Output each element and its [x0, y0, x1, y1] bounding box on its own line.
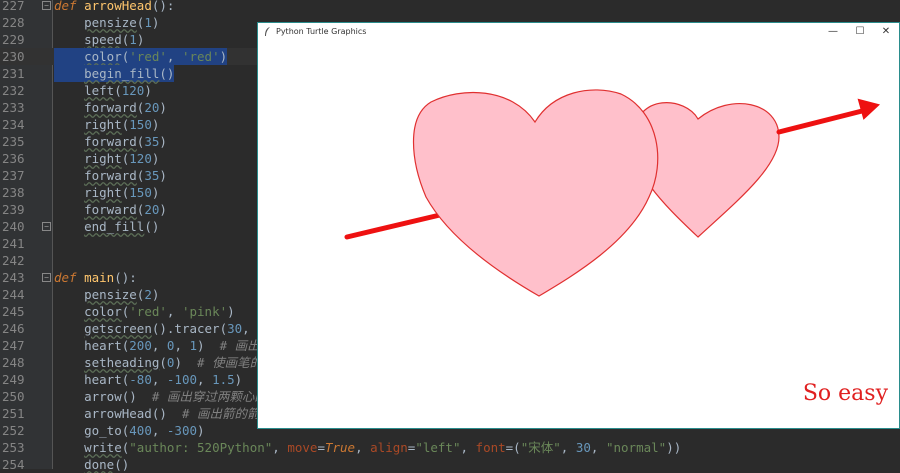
fold-toggle-icon[interactable]: − [42, 273, 51, 282]
line-number: 238 [2, 185, 25, 200]
minimize-button[interactable]: — [823, 25, 843, 39]
code-text: def main(): [54, 270, 137, 285]
code-text: heart(-80, -100, 1.5) # [54, 372, 265, 387]
window-titlebar[interactable]: Python Turtle Graphics — ☐ ✕ [258, 23, 899, 41]
window-title: Python Turtle Graphics [276, 27, 367, 36]
code-text: color('red', 'pink') [84, 304, 235, 319]
code-text: go_to(400, -300) [54, 423, 205, 438]
fold-toggle-icon[interactable]: − [42, 222, 51, 231]
code-line[interactable]: 254 done() [0, 456, 900, 473]
close-button[interactable]: ✕ [876, 25, 896, 39]
code-text: pensize(1) [84, 15, 160, 30]
big-heart [413, 89, 659, 297]
code-text: forward(35) [84, 168, 167, 183]
line-number: 244 [2, 287, 25, 302]
line-number: 252 [2, 423, 25, 438]
code-text: color('red', 'red') [54, 48, 228, 65]
code-line[interactable]: 253 write("author: 520Python", move=True… [0, 439, 900, 456]
canvas-text: So easy [802, 381, 888, 406]
code-line[interactable]: 227 − def arrowHead(): [0, 0, 900, 14]
line-number: 227 [2, 0, 25, 13]
code-text: setheading(0) # 使画笔的方 [84, 355, 275, 370]
line-number: 231 [2, 66, 25, 81]
canvas-drawing [344, 89, 881, 297]
code-text: getscreen().tracer(30, 0) [84, 321, 272, 336]
code-text: heart(200, 0, 1) # 画出第 [54, 338, 273, 353]
code-text: arrow() # 画出穿过两颗心的 [54, 389, 267, 404]
line-number: 250 [2, 389, 25, 404]
code-text: begin_fill() [54, 65, 175, 82]
line-number: 233 [2, 100, 25, 115]
code-text: pensize(2) [84, 287, 160, 302]
code-text: forward(35) [84, 134, 167, 149]
code-text: right(150) [84, 185, 160, 200]
line-number: 253 [2, 440, 25, 455]
code-text: write("author: 520Python", move=True, al… [84, 440, 682, 455]
fold-toggle-icon[interactable]: − [42, 1, 51, 10]
line-number: 236 [2, 151, 25, 166]
line-number: 246 [2, 321, 25, 336]
line-number: 234 [2, 117, 25, 132]
line-number: 228 [2, 15, 25, 30]
code-text: speed(1) [84, 32, 145, 47]
line-number: 249 [2, 372, 25, 387]
feather-icon [265, 27, 270, 36]
line-number: 239 [2, 202, 25, 217]
code-text: done() [84, 457, 130, 472]
code-text: def arrowHead(): [54, 0, 175, 13]
line-number: 251 [2, 406, 25, 421]
turtle-graphics-window[interactable]: Python Turtle Graphics — ☐ ✕ So easy [257, 22, 900, 429]
line-number: 230 [2, 49, 25, 64]
code-text: arrowHead() # 画出箭的箭头 [54, 406, 272, 421]
line-number: 248 [2, 355, 25, 370]
line-number: 237 [2, 168, 25, 183]
line-number: 242 [2, 253, 25, 268]
line-number: 241 [2, 236, 25, 251]
line-number: 235 [2, 134, 25, 149]
line-number: 243 [2, 270, 25, 285]
line-number: 240 [2, 219, 25, 234]
line-number: 245 [2, 304, 25, 319]
turtle-canvas[interactable]: So easy [261, 42, 896, 426]
line-number: 232 [2, 83, 25, 98]
line-number: 247 [2, 338, 25, 353]
code-text: right(120) [84, 151, 160, 166]
arrowhead [857, 98, 881, 120]
code-text: left(120) [84, 83, 152, 98]
code-text: right(150) [84, 117, 160, 132]
maximize-button[interactable]: ☐ [850, 25, 870, 39]
code-text: end_fill() [84, 219, 160, 234]
code-text: forward(20) [84, 202, 167, 217]
line-number: 254 [2, 457, 25, 472]
arrow-shaft-right [776, 107, 869, 135]
code-text: forward(20) [84, 100, 167, 115]
line-number: 229 [2, 32, 25, 47]
